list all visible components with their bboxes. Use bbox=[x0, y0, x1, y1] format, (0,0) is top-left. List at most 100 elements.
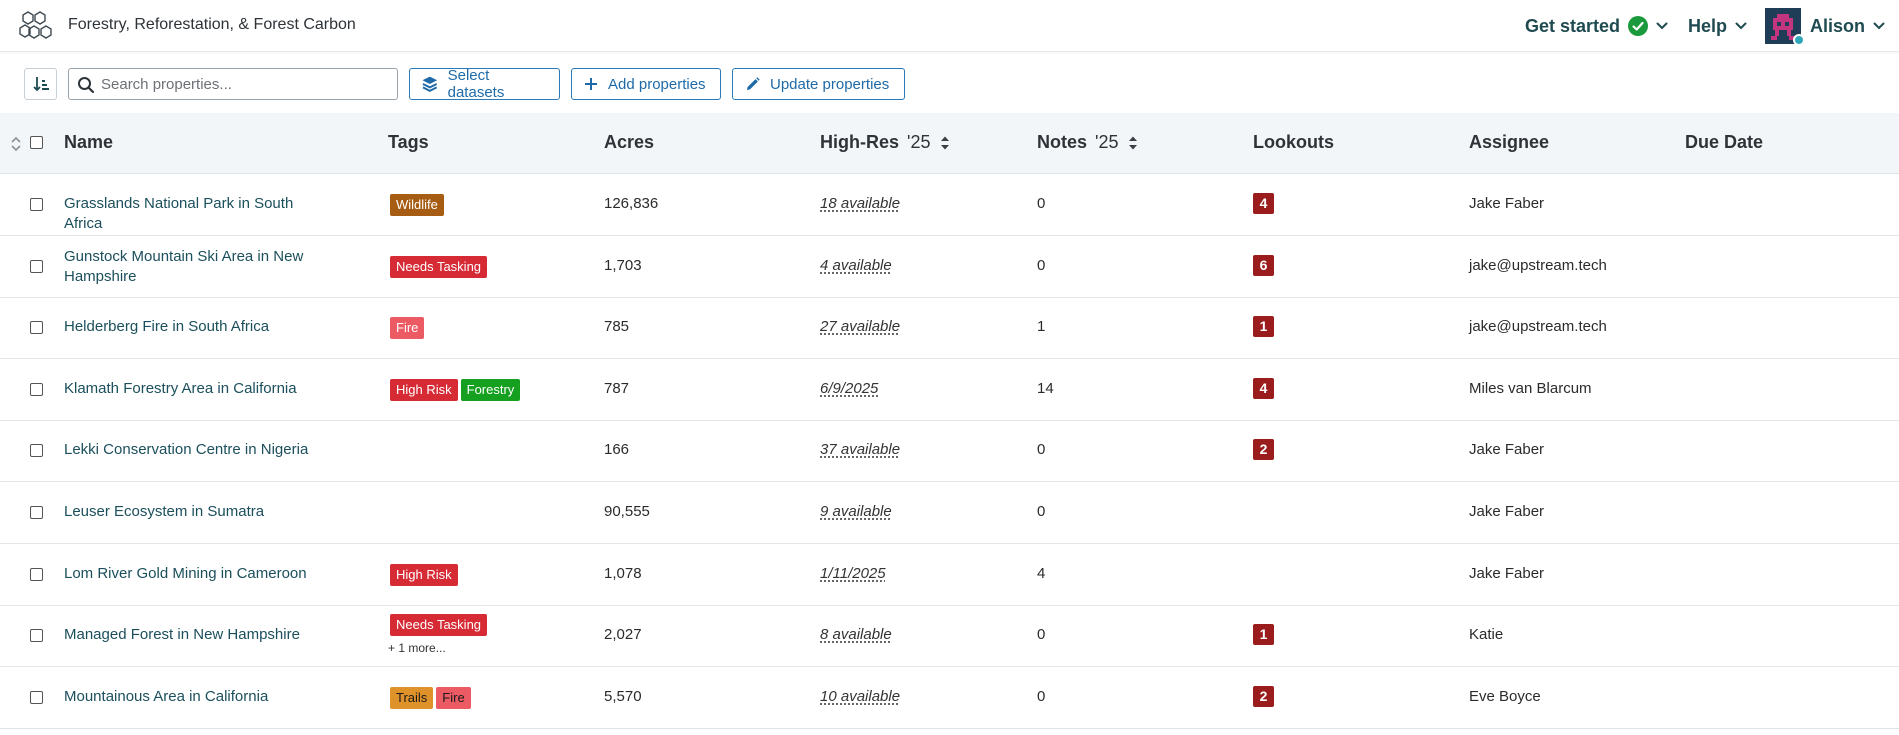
lookouts-badge[interactable]: 2 bbox=[1253, 439, 1274, 460]
search-box bbox=[68, 68, 398, 100]
table-row[interactable]: Klamath Forestry Area in California High … bbox=[0, 359, 1899, 421]
row-checkbox[interactable] bbox=[30, 321, 43, 334]
notes-count: 0 bbox=[1037, 626, 1046, 643]
tag-badge[interactable]: Needs Tasking bbox=[390, 614, 488, 636]
tag-badge[interactable]: Wildlife bbox=[390, 194, 444, 216]
sort-button[interactable] bbox=[24, 68, 57, 100]
select-all-checkbox[interactable] bbox=[30, 136, 43, 149]
lookouts-badge[interactable]: 4 bbox=[1253, 378, 1274, 399]
row-checkbox[interactable] bbox=[30, 506, 43, 519]
tag-badge[interactable]: Fire bbox=[390, 317, 425, 339]
property-name-link[interactable]: Leuser Ecosystem in Sumatra bbox=[64, 502, 334, 522]
lookouts-badge[interactable]: 4 bbox=[1253, 193, 1274, 214]
column-header-tags-label: Tags bbox=[388, 132, 429, 152]
column-header-highres[interactable]: High-Res '25 bbox=[820, 132, 950, 153]
add-properties-button[interactable]: Add properties bbox=[571, 68, 721, 100]
lookouts-badge[interactable]: 1 bbox=[1253, 624, 1274, 645]
sort-arrows-icon[interactable] bbox=[940, 135, 950, 151]
notes-count: 14 bbox=[1037, 380, 1054, 397]
lookouts-badge[interactable]: 2 bbox=[1253, 686, 1274, 707]
sort-toggle-icon[interactable] bbox=[10, 135, 22, 153]
highres-link[interactable]: 9 available bbox=[820, 503, 892, 520]
tags-cell: Fire bbox=[390, 317, 425, 339]
app-logo-icon[interactable] bbox=[18, 9, 54, 41]
acres-value: 785 bbox=[604, 318, 630, 335]
help-menu[interactable]: Help bbox=[1688, 16, 1747, 37]
highres-link[interactable]: 1/11/2025 bbox=[820, 565, 886, 582]
column-header-assignee[interactable]: Assignee bbox=[1469, 132, 1549, 153]
table-row[interactable]: Lekki Conservation Centre in Nigeria 166 3… bbox=[0, 420, 1899, 482]
search-icon bbox=[78, 77, 95, 94]
acres-value: 126,836 bbox=[604, 195, 659, 212]
property-name-link[interactable]: Lom River Gold Mining in Cameroon bbox=[64, 564, 334, 584]
column-header-lookouts-label: Lookouts bbox=[1253, 132, 1334, 152]
highres-link[interactable]: 18 available bbox=[820, 195, 900, 212]
tag-badge[interactable]: Needs Tasking bbox=[390, 256, 488, 278]
column-header-lookouts[interactable]: Lookouts bbox=[1253, 132, 1334, 153]
get-started-menu[interactable]: Get started bbox=[1525, 16, 1668, 37]
table-row[interactable]: Gunstock Mountain Ski Area in New Hampsh… bbox=[0, 236, 1899, 298]
assignee-name: Katie bbox=[1469, 626, 1504, 643]
highres-link[interactable]: 10 available bbox=[820, 688, 900, 705]
property-name-link[interactable]: Grasslands National Park in South Africa bbox=[64, 194, 334, 234]
table-row[interactable]: Managed Forest in New Hampshire Needs Tas… bbox=[0, 605, 1899, 667]
highres-link[interactable]: 8 available bbox=[820, 626, 892, 643]
chevron-down-icon bbox=[1873, 22, 1885, 30]
add-properties-label: Add properties bbox=[608, 75, 706, 93]
chevron-down-icon bbox=[1735, 22, 1747, 30]
table-row[interactable]: Grasslands National Park in South Africa… bbox=[0, 174, 1899, 236]
more-tags-link[interactable]: + 1 more... bbox=[388, 641, 446, 655]
table-row[interactable]: Mountainous Area in California Trails Fire… bbox=[0, 667, 1899, 729]
property-name-link[interactable]: Gunstock Mountain Ski Area in New Hampsh… bbox=[64, 247, 334, 287]
table-row[interactable]: Helderberg Fire in South Africa Fire 785 27… bbox=[0, 297, 1899, 359]
notes-count: 4 bbox=[1037, 565, 1046, 582]
sort-arrows-icon[interactable] bbox=[1128, 135, 1138, 151]
acres-value: 787 bbox=[604, 380, 630, 397]
search-input[interactable] bbox=[101, 69, 391, 99]
property-name-link[interactable]: Helderberg Fire in South Africa bbox=[64, 317, 334, 337]
column-header-name[interactable]: Name bbox=[64, 132, 113, 153]
highres-link[interactable]: 4 available bbox=[820, 257, 892, 274]
row-checkbox[interactable] bbox=[30, 383, 43, 396]
top-bar: Forestry, Reforestation, & Forest Carbon… bbox=[0, 0, 1899, 52]
row-checkbox[interactable] bbox=[30, 568, 43, 581]
column-header-notes[interactable]: Notes '25 bbox=[1037, 132, 1138, 153]
notes-count: 0 bbox=[1037, 441, 1046, 458]
column-header-notes-year: '25 bbox=[1095, 132, 1119, 152]
user-menu[interactable]: Alison bbox=[1764, 8, 1885, 46]
property-name-link[interactable]: Managed Forest in New Hampshire bbox=[64, 625, 334, 645]
nav-right: Get started Help Alison bbox=[1525, 0, 1885, 52]
tag-badge[interactable]: High Risk bbox=[390, 564, 458, 586]
layers-icon bbox=[422, 76, 438, 92]
property-name-link[interactable]: Lekki Conservation Centre in Nigeria bbox=[64, 440, 334, 460]
acres-value: 5,570 bbox=[604, 688, 642, 705]
table-row[interactable]: Leuser Ecosystem in Sumatra 90,555 9 avail… bbox=[0, 482, 1899, 544]
highres-link[interactable]: 27 available bbox=[820, 318, 900, 335]
select-datasets-button[interactable]: Select datasets bbox=[409, 67, 560, 101]
assignee-name: Jake Faber bbox=[1469, 195, 1545, 212]
tag-badge[interactable]: Fire bbox=[436, 687, 471, 709]
acres-value: 166 bbox=[604, 441, 630, 458]
row-checkbox[interactable] bbox=[30, 691, 43, 704]
row-checkbox[interactable] bbox=[30, 260, 43, 273]
tag-badge[interactable]: High Risk bbox=[390, 379, 458, 401]
highres-link[interactable]: 6/9/2025 bbox=[820, 380, 878, 397]
row-checkbox[interactable] bbox=[30, 444, 43, 457]
column-header-highres-label: High-Res bbox=[820, 132, 900, 152]
column-header-acres[interactable]: Acres bbox=[604, 132, 654, 153]
lookouts-badge[interactable]: 6 bbox=[1253, 255, 1274, 276]
property-name-link[interactable]: Mountainous Area in California bbox=[64, 687, 334, 707]
help-label: Help bbox=[1687, 15, 1727, 36]
update-properties-button[interactable]: Update properties bbox=[732, 68, 905, 100]
property-name-link[interactable]: Klamath Forestry Area in California bbox=[64, 379, 334, 399]
tag-badge[interactable]: Trails bbox=[390, 687, 434, 709]
column-header-due-date[interactable]: Due Date bbox=[1685, 132, 1763, 153]
lookouts-badge[interactable]: 1 bbox=[1253, 316, 1274, 337]
tag-badge[interactable]: Forestry bbox=[460, 379, 521, 401]
row-checkbox[interactable] bbox=[30, 198, 43, 211]
acres-value: 1,703 bbox=[604, 257, 642, 274]
table-row[interactable]: Lom River Gold Mining in Cameroon High Ri… bbox=[0, 544, 1899, 606]
column-header-tags[interactable]: Tags bbox=[388, 132, 429, 153]
highres-link[interactable]: 37 available bbox=[820, 441, 900, 458]
row-checkbox[interactable] bbox=[30, 629, 43, 642]
